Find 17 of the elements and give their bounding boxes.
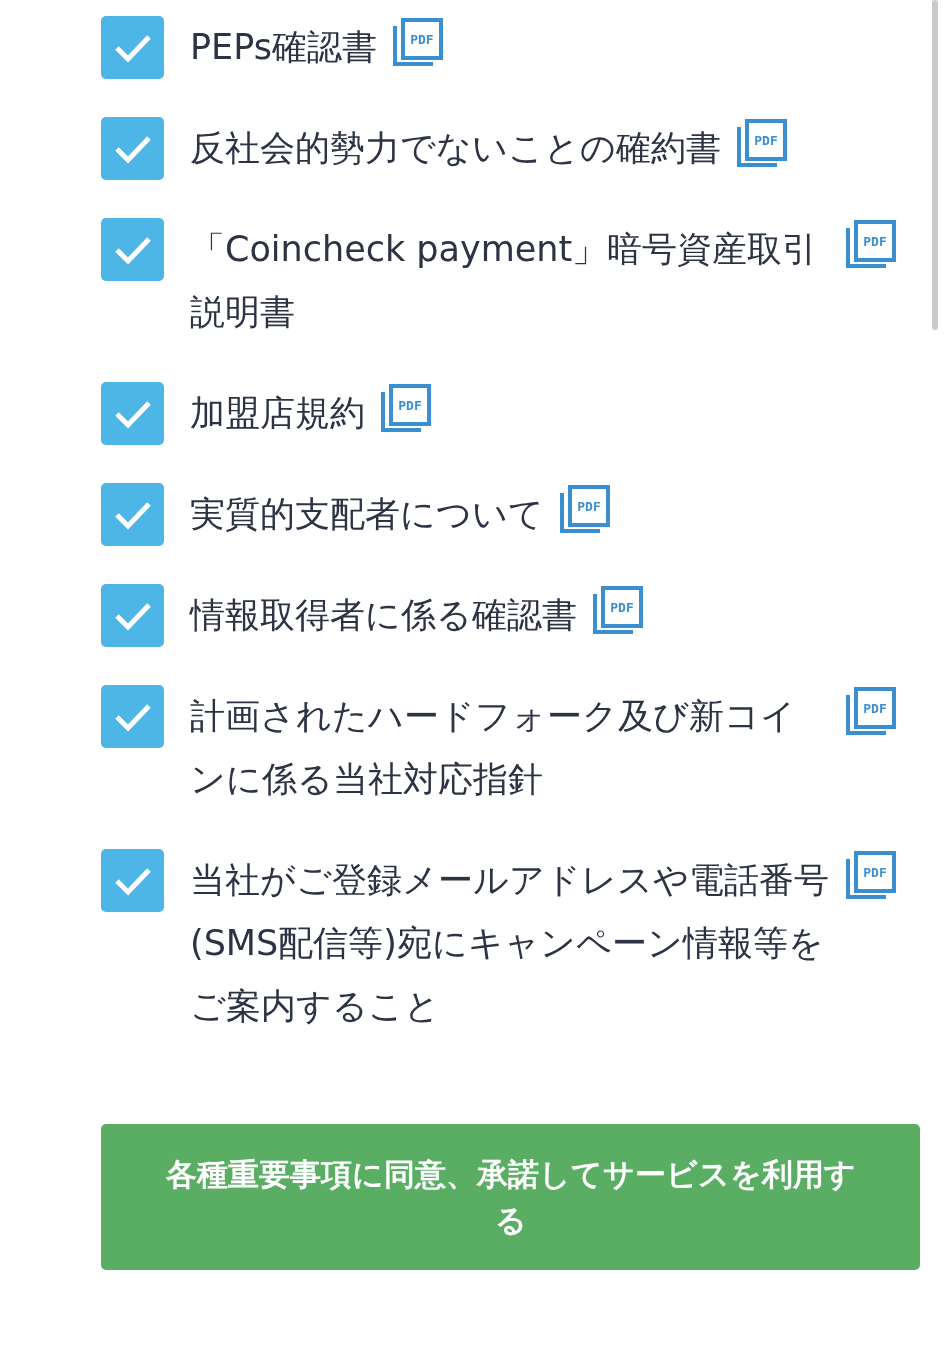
checkbox[interactable]	[101, 685, 164, 748]
submit-button[interactable]: 各種重要事項に同意、承諾してサービスを利用する	[101, 1124, 920, 1270]
checkbox[interactable]	[101, 849, 164, 912]
checkbox[interactable]	[101, 117, 164, 180]
agreement-label: 当社がご登録メールアドレスや電話番号(SMS配信等)宛にキャンペーン情報等をご案内すること	[190, 859, 830, 1028]
agreement-label: 実質的支配者について	[190, 493, 544, 536]
agreement-label: 加盟店規約	[190, 392, 365, 435]
agreement-label: 計画されたハードフォーク及び新コインに係る当社対応指針	[190, 695, 797, 801]
agreement-label: PEPs確認書	[190, 26, 377, 69]
checkbox[interactable]	[101, 483, 164, 546]
checkbox[interactable]	[101, 584, 164, 647]
checkbox[interactable]	[101, 16, 164, 79]
checkbox[interactable]	[101, 218, 164, 281]
checkbox[interactable]	[101, 382, 164, 445]
agreement-label: 「Coincheck payment」暗号資産取引説明書	[190, 228, 819, 334]
agreement-label: 情報取得者に係る確認書	[190, 594, 577, 637]
agreement-label: 反社会的勢力でないことの確約書	[190, 127, 721, 170]
